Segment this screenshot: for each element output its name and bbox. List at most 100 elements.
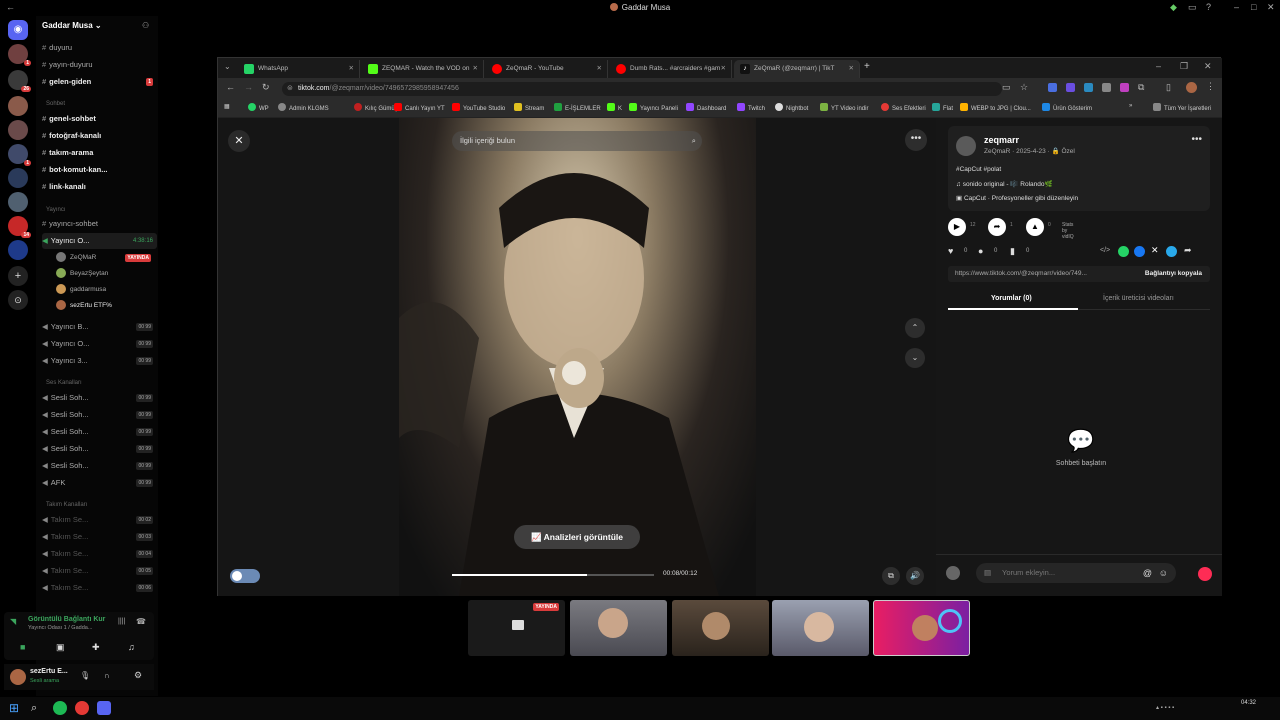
server-icon[interactable]: 1 xyxy=(8,44,31,66)
windows-start-icon[interactable]: ⊞ xyxy=(9,701,23,715)
bookmark-item[interactable]: Dashboard xyxy=(686,103,726,112)
extension-icon[interactable] xyxy=(1102,83,1111,92)
channel-item[interactable]: # link-kanalı xyxy=(42,179,157,195)
search-icon[interactable]: ⌕ xyxy=(31,701,45,715)
mention-icon[interactable]: @ xyxy=(1143,563,1152,583)
volume-icon[interactable]: 🔊 xyxy=(906,567,924,585)
category-label[interactable]: Sohbet xyxy=(46,101,65,107)
more-options-icon[interactable]: ••• xyxy=(1191,134,1202,145)
server-icon[interactable]: 1 xyxy=(8,144,31,166)
stream-tile[interactable] xyxy=(772,600,869,656)
video-progress-bar[interactable] xyxy=(452,574,654,576)
voice-channel[interactable]: ◀ Yayıncı 3... 00 99 xyxy=(42,353,157,369)
category-label[interactable]: Takım Kanalları xyxy=(46,502,87,508)
forward-icon[interactable]: → xyxy=(244,82,253,92)
bookmark-item[interactable]: Twitch xyxy=(737,103,765,112)
voice-member[interactable]: BeyazŞeytan xyxy=(56,266,154,282)
inbox-icon[interactable]: ▭ xyxy=(1188,2,1197,13)
close-window-icon[interactable]: ✕ xyxy=(1204,61,1212,72)
related-search-input[interactable]: İlgili içeriği bulun ⌕ xyxy=(452,131,702,151)
profile-avatar[interactable] xyxy=(1186,82,1197,93)
telegram-share-icon[interactable] xyxy=(1166,246,1177,257)
more-bookmarks-icon[interactable]: » xyxy=(1129,103,1132,109)
voice-member[interactable]: sezErtu ETF% xyxy=(56,298,154,314)
tab-comments[interactable]: Yorumlar (0) xyxy=(991,295,1032,302)
voice-channel[interactable]: ◀ Takım Se... 00 06 xyxy=(42,580,157,596)
bookmark-item[interactable]: Ses Efektleri xyxy=(881,103,926,112)
x-share-icon[interactable]: ✕ xyxy=(1151,245,1159,256)
bookmark-item[interactable]: Flat xyxy=(932,103,953,112)
bookmark-item[interactable]: WEBP to JPG | Clou... xyxy=(960,103,1031,112)
bookmark-item[interactable]: Canlı Yayın YT xyxy=(394,103,445,112)
discord-icon[interactable] xyxy=(97,701,111,715)
copy-link-button[interactable]: Bağlantıyı kopyala xyxy=(1145,266,1202,282)
nitro-icon[interactable]: ◆ xyxy=(1170,2,1177,13)
server-icon[interactable]: 14 xyxy=(8,216,31,238)
server-icon[interactable] xyxy=(8,240,28,260)
side-panel-icon[interactable]: ▯ xyxy=(1166,82,1171,93)
close-window-icon[interactable]: ✕ xyxy=(1267,2,1275,13)
tab-tiktok[interactable]: ♪ ZeQmaR (@zeqmarr) | TikT ✕ xyxy=(734,60,860,78)
microphone-icon[interactable]: 🎙 xyxy=(80,671,90,680)
new-tab-icon[interactable]: + xyxy=(864,61,870,72)
author-username[interactable]: zeqmarr xyxy=(984,135,1019,145)
voice-channel[interactable]: ◀ Yayıncı O... 00 99 xyxy=(42,336,157,352)
tab-whatsapp[interactable]: WhatsApp ✕ xyxy=(238,60,360,78)
close-video-button[interactable]: ✕ xyxy=(228,130,250,152)
voice-channel[interactable]: ◀ Takım Se... 00 02 xyxy=(42,512,157,528)
share-more-icon[interactable]: ➦ xyxy=(1184,245,1192,256)
voice-channel[interactable]: ◀ Sesli Soh... 00 99 xyxy=(42,424,157,440)
add-friend-icon[interactable]: ⚇ xyxy=(142,21,149,30)
search-icon[interactable]: ⌕ xyxy=(692,131,696,151)
extension-icon[interactable] xyxy=(1084,83,1093,92)
address-bar[interactable]: ⊜ tiktok.com/@zeqmarr/video/7496572985958… xyxy=(282,82,1002,96)
install-app-icon[interactable]: ▭ xyxy=(1002,82,1011,93)
whatsapp-share-icon[interactable] xyxy=(1118,246,1129,257)
maximize-icon[interactable]: □ xyxy=(1251,2,1256,12)
play-icon[interactable]: ▶ xyxy=(948,218,966,236)
close-tab-icon[interactable]: ✕ xyxy=(721,60,726,78)
back-icon[interactable]: ← xyxy=(226,82,235,92)
tab-kick[interactable]: ZEQMAR - Watch the VOD on ✕ xyxy=(362,60,484,78)
stream-tile[interactable] xyxy=(873,600,970,656)
opera-gx-icon[interactable] xyxy=(75,701,89,715)
bookmark-item[interactable]: YouTube Studio xyxy=(452,103,505,112)
channel-item[interactable]: # yayın-duyuru xyxy=(42,57,157,73)
stream-tile[interactable] xyxy=(672,600,769,656)
comment-icon[interactable]: ● xyxy=(978,246,983,256)
server-icon[interactable] xyxy=(8,192,28,212)
help-icon[interactable]: ? xyxy=(1206,2,1211,12)
apps-grid-icon[interactable]: ▦ xyxy=(224,103,230,110)
bookmark-item[interactable]: Stream xyxy=(514,103,544,112)
bookmark-item[interactable]: Ürün Gösterim xyxy=(1042,103,1092,112)
menu-kebab-icon[interactable]: ⋮ xyxy=(1206,81,1215,92)
active-voice-channel[interactable]: ◀ Yayıncı O... 4:38:16 xyxy=(42,233,157,249)
voice-channel[interactable]: ◀ Takım Se... 00 05 xyxy=(42,563,157,579)
image-icon[interactable]: ▤ xyxy=(984,563,991,583)
channel-item[interactable]: # duyuru xyxy=(42,40,157,56)
server-icon[interactable] xyxy=(8,96,28,116)
soundboard-icon[interactable]: ♫ xyxy=(128,642,135,652)
stream-tile[interactable]: YAYINDA xyxy=(468,600,565,656)
close-tab-icon[interactable]: ✕ xyxy=(473,60,478,78)
headphones-icon[interactable]: ∩ xyxy=(104,671,110,680)
channel-item[interactable]: # gelen-giden 1 xyxy=(42,74,157,90)
voice-channel[interactable]: ◀ AFK 00 99 xyxy=(42,475,157,491)
voice-member[interactable]: gaddarmusa xyxy=(56,282,154,298)
comment-input[interactable]: ▤ Yorum ekleyin... @ ☺ xyxy=(976,563,1176,583)
bookmark-item[interactable]: K xyxy=(607,103,622,112)
bookmark-folder[interactable]: Tüm Yer İşaretleri xyxy=(1153,103,1211,112)
heart-icon[interactable]: ♥ xyxy=(948,246,953,256)
discover-icon[interactable]: ⊙ xyxy=(8,290,28,310)
bookmark-star-icon[interactable]: ☆ xyxy=(1020,82,1028,93)
server-icon[interactable] xyxy=(8,168,28,188)
server-icon[interactable] xyxy=(8,120,28,140)
restore-icon[interactable]: ❐ xyxy=(1180,61,1188,72)
bookmark-item[interactable]: Yayıncı Paneli xyxy=(629,103,678,112)
chevron-down-icon[interactable]: ⌄ xyxy=(95,21,102,30)
channel-item[interactable]: # yayıncı-sohbet xyxy=(42,216,157,232)
voice-member[interactable]: ZeQMaR YAYINDA xyxy=(56,250,154,266)
voice-channel[interactable]: ◀ Takım Se... 00 04 xyxy=(42,546,157,562)
tab-creator-videos[interactable]: İçerik üreticisi videoları xyxy=(1103,295,1174,302)
site-info-icon[interactable]: ⊜ xyxy=(287,82,293,96)
